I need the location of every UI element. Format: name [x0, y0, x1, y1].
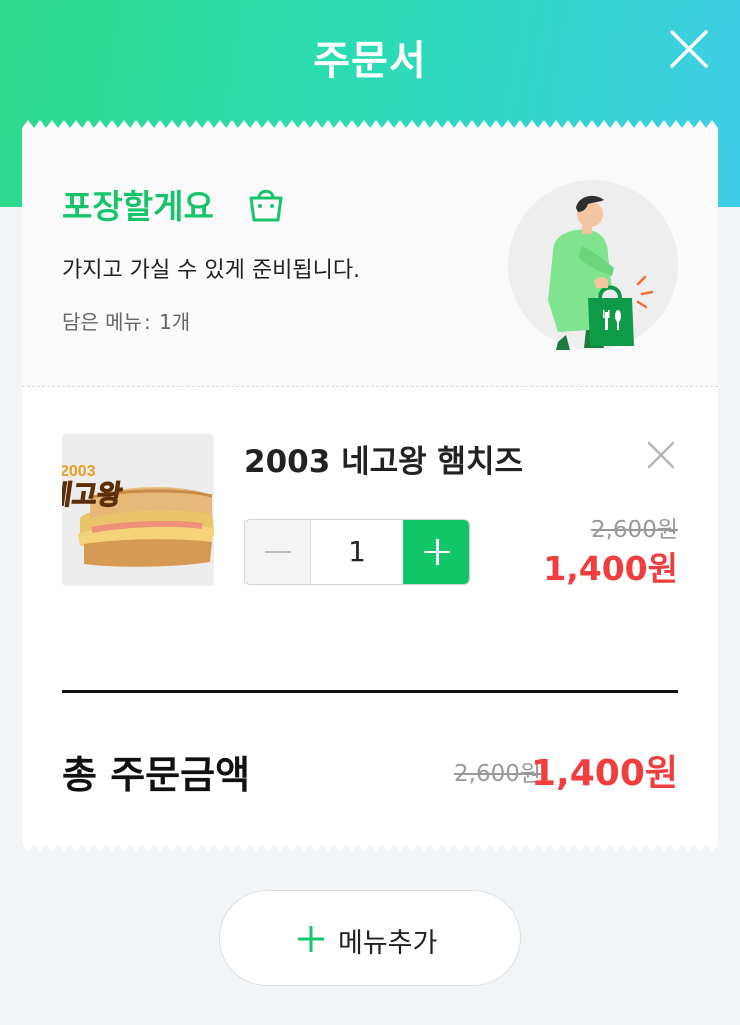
- person-carrying-bag-illustration: [508, 180, 678, 350]
- total-original-price: 2,600원: [454, 761, 542, 787]
- menu-count-label: 담은 메뉴: [62, 310, 142, 334]
- thumb-logo-year: 2003: [62, 463, 96, 480]
- item-name: 2003 네고왕 햄치즈: [244, 444, 523, 480]
- close-icon[interactable]: [668, 28, 710, 70]
- plus-icon: [297, 925, 325, 953]
- menu-count-value: 1개: [159, 310, 191, 334]
- shopping-bag-icon: [246, 184, 286, 224]
- quantity-stepper: 1: [244, 519, 470, 585]
- item-original-price: 2,600원: [590, 517, 678, 543]
- receipt-bottom-edge: [22, 844, 718, 852]
- total-label: 총 주문금액: [62, 753, 251, 797]
- close-icon[interactable]: [646, 440, 676, 470]
- total-sale-price: 1,400원: [531, 753, 678, 794]
- add-menu-button[interactable]: 메뉴추가: [219, 890, 521, 986]
- thumb-logo-text: 네고왕: [62, 480, 124, 511]
- quantity-value: 1: [348, 535, 366, 568]
- total-divider: [62, 690, 678, 693]
- add-menu-label: 메뉴추가: [338, 928, 438, 959]
- item-sale-price: 1,400원: [543, 549, 678, 588]
- page-title: 주문서: [313, 38, 427, 84]
- packing-title: 포장할게요: [62, 187, 214, 226]
- item-thumbnail: 2003 네고왕: [62, 434, 214, 586]
- menu-count: 담은 메뉴: 1개: [62, 310, 191, 334]
- packing-description: 가지고 가실 수 있게 준비됩니다.: [62, 258, 361, 283]
- receipt-top-edge: [22, 120, 718, 128]
- order-receipt: 포장할게요 가지고 가실 수 있게 준비됩니다. 담은 메뉴: 1개 2003 …: [22, 118, 718, 854]
- increase-quantity-button[interactable]: [403, 520, 469, 584]
- decrease-quantity-button[interactable]: [245, 520, 311, 584]
- section-divider: [22, 386, 718, 387]
